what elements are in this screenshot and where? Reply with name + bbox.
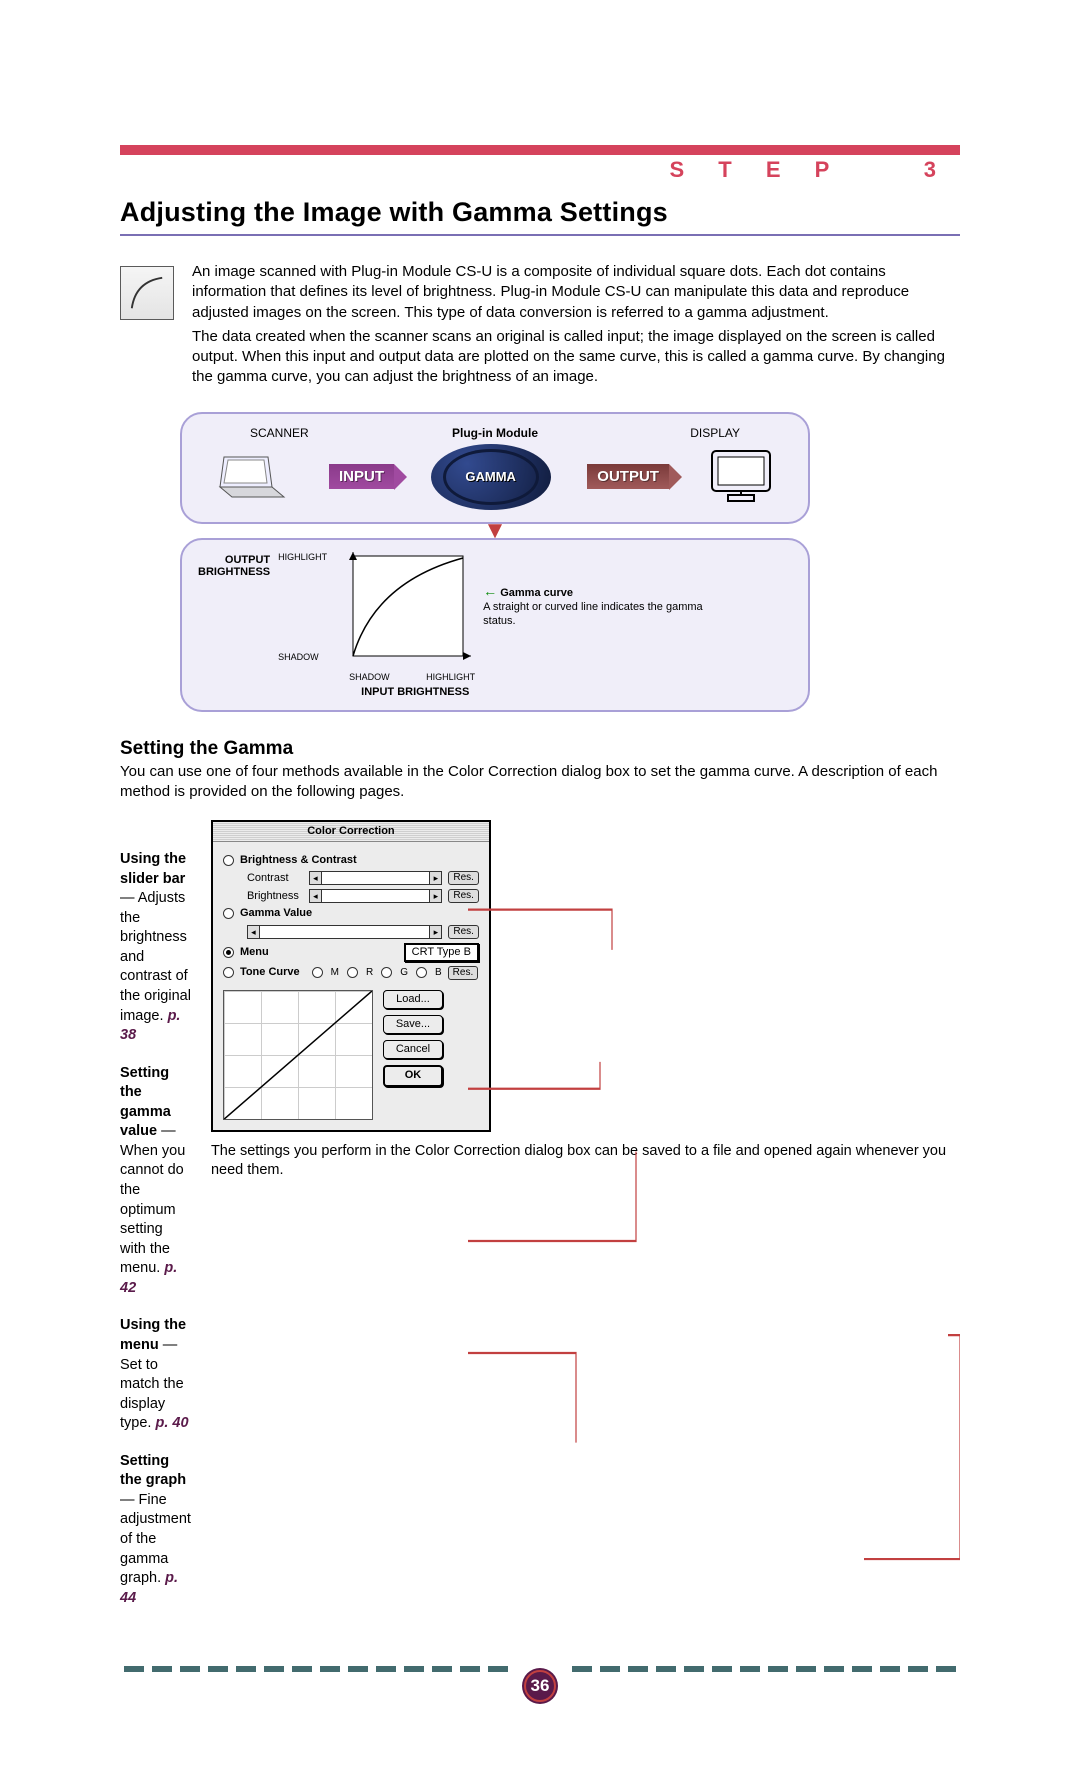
input-ribbon: INPUT	[329, 464, 394, 489]
y-axis-shadow-label: SHADOW	[278, 652, 327, 662]
menu-selector[interactable]: CRT Type B	[404, 943, 479, 962]
channel-r[interactable]	[347, 967, 358, 978]
method-slider-bar: Using the slider bar — Adjusts the brigh…	[120, 850, 191, 1046]
method-text-1: — When you cannot do the optimum setting…	[120, 1123, 185, 1276]
setting-the-gamma-heading: Setting the Gamma	[120, 738, 960, 760]
gamma-curve-graph	[335, 552, 475, 672]
option-menu: Menu	[240, 946, 269, 959]
method-graph: Setting the graph — Fine adjustment of t…	[120, 1452, 191, 1609]
flow-diagram-bottom: OUTPUT BRIGHTNESS HIGHLIGHT SHADOW	[180, 538, 810, 712]
intro-paragraph-2: The data created when the scanner scans …	[192, 327, 960, 388]
title-underline	[120, 234, 960, 236]
method-gamma-value: Setting the gamma value — When you canno…	[120, 1064, 191, 1299]
option-brightness-contrast: Brightness & Contrast	[240, 854, 357, 867]
radio-menu[interactable]	[223, 947, 234, 958]
display-icon	[706, 447, 778, 507]
tone-reset-button[interactable]: Res.	[448, 966, 479, 980]
method-pref-2[interactable]: p. 40	[155, 1415, 188, 1431]
dialog-titlebar: Color Correction	[213, 822, 489, 842]
flow-diagram-top: SCANNER Plug-in Module DISPLAY INPUT GAM…	[180, 412, 810, 524]
step-indicator: S T E P 3	[120, 157, 960, 183]
output-ribbon: OUTPUT	[587, 464, 669, 489]
method-title-0: Using the slider bar	[120, 851, 186, 887]
x-axis-shadow-label: SHADOW	[349, 672, 390, 682]
setting-the-gamma-text: You can use one of four methods availabl…	[120, 762, 960, 803]
cancel-button[interactable]: Cancel	[383, 1040, 443, 1059]
radio-gamma-value[interactable]	[223, 908, 234, 919]
contrast-slider[interactable]: ◂▸	[309, 871, 442, 885]
annotation-arrow-icon: ←	[483, 583, 497, 599]
display-label: DISPLAY	[650, 426, 740, 440]
channel-b[interactable]	[416, 967, 427, 978]
plugin-module-label: Plug-in Module	[452, 426, 538, 440]
page-number-badge: 36	[522, 1668, 558, 1704]
method-menu: Using the menu — Set to match the displa…	[120, 1316, 191, 1433]
label-contrast: Contrast	[247, 872, 303, 885]
input-brightness-label: INPUT BRIGHTNESS	[335, 686, 475, 698]
page-footer: 36	[120, 1666, 960, 1706]
radio-brightness-contrast[interactable]	[223, 855, 234, 866]
tone-curve-graph[interactable]	[223, 990, 373, 1120]
method-text-0: — Adjusts the brightness and contrast of…	[120, 890, 191, 1023]
gamma-curve-annotation: ← Gamma curve A straight or curved line …	[483, 582, 703, 629]
method-text-3: — Fine adjustment of the gamma graph.	[120, 1492, 191, 1586]
channel-g[interactable]	[381, 967, 392, 978]
dialog-caption: The settings you perform in the Color Co…	[211, 1142, 960, 1181]
gamma-curve-title: Gamma curve	[500, 587, 573, 599]
page-title: Adjusting the Image with Gamma Settings	[120, 197, 960, 228]
gamma-curve-description: A straight or curved line indicates the …	[483, 601, 703, 627]
color-correction-dialog: Color Correction Brightness & Contrast C…	[211, 820, 491, 1132]
channel-m[interactable]	[312, 967, 323, 978]
load-button[interactable]: Load...	[383, 990, 443, 1009]
gamma-label: GAMMA	[465, 469, 516, 484]
radio-tone-curve[interactable]	[223, 967, 234, 978]
y-axis-highlight-label: HIGHLIGHT	[278, 552, 327, 562]
step-label: S T E P	[670, 157, 844, 182]
scanner-icon	[212, 449, 292, 505]
step-number: 3	[924, 157, 950, 182]
save-button[interactable]: Save...	[383, 1015, 443, 1034]
label-brightness: Brightness	[247, 890, 303, 903]
output-brightness-label: OUTPUT BRIGHTNESS	[198, 554, 270, 578]
option-gamma-value: Gamma Value	[240, 907, 312, 920]
x-axis-highlight-label: HIGHLIGHT	[426, 672, 475, 682]
intro-paragraph-1: An image scanned with Plug-in Module CS-…	[192, 262, 960, 323]
down-arrow-icon: ▼	[180, 522, 810, 540]
gamma-reset-button[interactable]: Res.	[448, 925, 479, 939]
gamma-oval: GAMMA	[431, 444, 551, 510]
gamma-curve-icon	[120, 266, 174, 320]
option-tone-curve: Tone Curve	[240, 966, 300, 979]
method-title-3: Setting the graph	[120, 1453, 186, 1489]
contrast-reset-button[interactable]: Res.	[448, 871, 479, 885]
header-accent-bar	[120, 145, 960, 155]
brightness-reset-button[interactable]: Res.	[448, 889, 479, 903]
ok-button[interactable]: OK	[383, 1065, 443, 1086]
brightness-slider[interactable]: ◂▸	[309, 889, 442, 903]
gamma-value-slider[interactable]: ◂▸	[247, 925, 442, 939]
scanner-label: SCANNER	[250, 426, 340, 440]
